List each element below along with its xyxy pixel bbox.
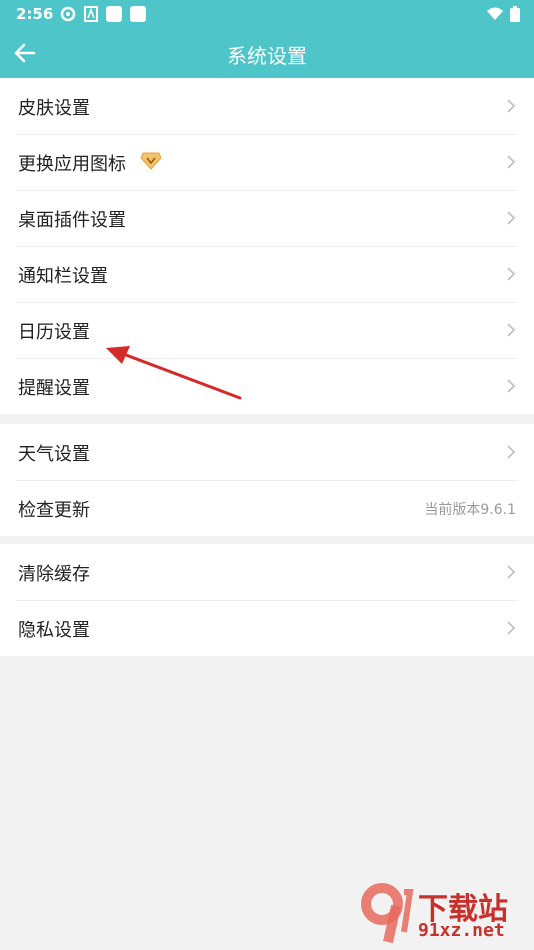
chevron-right-icon [507,621,516,635]
chevron-right-icon [507,379,516,393]
settings-group-weather-update: 天气设置 检查更新 当前版本9.6.1 [0,424,534,536]
wifi-icon [487,7,503,20]
notification-square-icon [130,6,146,22]
settings-row-privacy[interactable]: 隐私设置 [0,600,534,656]
row-label: 通知栏设置 [18,266,108,287]
app-bar: 系统设置 [0,28,534,78]
battery-icon [510,6,520,22]
settings-row-skin[interactable]: 皮肤设置 [0,78,534,134]
row-label: 桌面插件设置 [18,210,126,231]
chevron-right-icon [507,323,516,337]
row-label: 检查更新 [18,500,90,521]
chevron-right-icon [507,155,516,169]
chevron-right-icon [507,211,516,225]
settings-group-display: 皮肤设置 更换应用图标 桌面插件设置 通知栏设置 日历设置 提醒设置 [0,78,534,414]
row-label: 更换应用图标 [18,154,126,175]
chevron-right-icon [507,267,516,281]
diamond-vip-icon [140,152,162,170]
notification-square-icon [106,6,122,22]
chevron-right-icon [507,99,516,113]
row-label: 天气设置 [18,444,90,465]
chevron-right-icon [507,565,516,579]
settings-row-weather[interactable]: 天气设置 [0,424,534,480]
settings-row-calendar[interactable]: 日历设置 [0,302,534,358]
status-time: 2:56 [16,5,54,23]
version-value: 当前版本9.6.1 [424,502,516,518]
logo-icon [361,883,414,944]
status-bar: 2:56 [0,0,534,28]
page-title: 系统设置 [227,44,307,68]
settings-row-check-update[interactable]: 检查更新 当前版本9.6.1 [0,480,534,536]
watermark: 下载站 91xz.net [358,882,528,946]
row-label: 隐私设置 [18,620,90,641]
chevron-right-icon [507,445,516,459]
row-label: 日历设置 [18,322,90,343]
settings-row-app-icon[interactable]: 更换应用图标 [0,134,534,190]
settings-row-notification-bar[interactable]: 通知栏设置 [0,246,534,302]
watermark-url: 91xz.net [418,920,505,941]
settings-row-reminder[interactable]: 提醒设置 [0,358,534,414]
row-label: 提醒设置 [18,378,90,399]
app-a-icon [84,6,98,22]
status-system-icons [486,6,520,22]
row-label: 清除缓存 [18,564,90,585]
row-label: 皮肤设置 [18,98,90,119]
sync-icon [60,6,76,22]
settings-row-widgets[interactable]: 桌面插件设置 [0,190,534,246]
settings-row-clear-cache[interactable]: 清除缓存 [0,544,534,600]
settings-group-data: 清除缓存 隐私设置 [0,544,534,656]
status-notification-icons [60,6,146,22]
